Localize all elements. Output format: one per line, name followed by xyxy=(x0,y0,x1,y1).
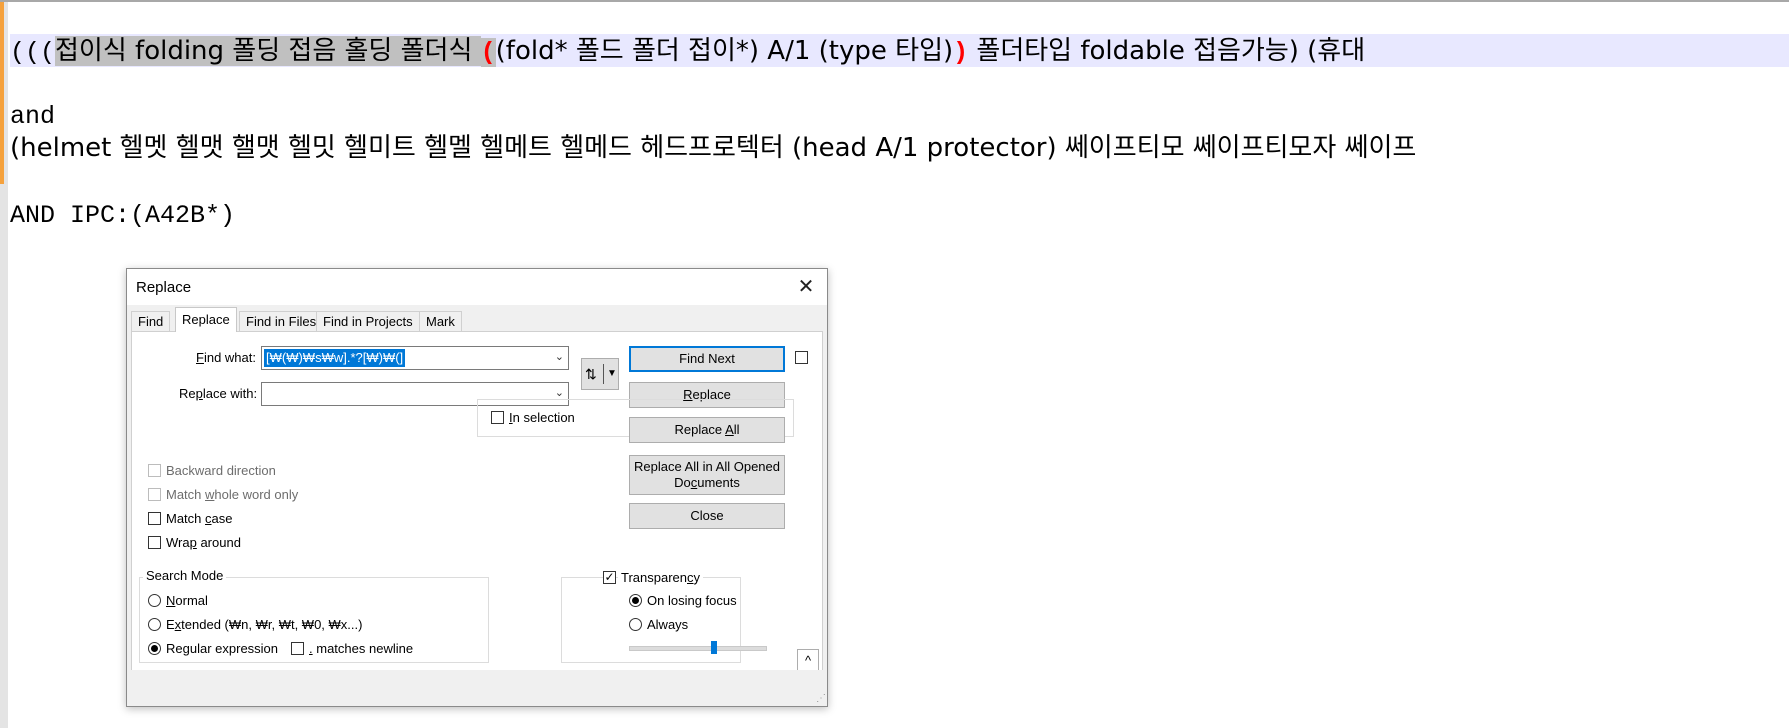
editor-top-border xyxy=(0,0,1789,2)
search-mode-title: Search Mode xyxy=(143,568,227,583)
transparency-on-losing-focus-label: On losing focus xyxy=(647,593,737,608)
tab-find-in-projects[interactable]: Find in Projects xyxy=(316,311,420,331)
search-mode-normal-label: Normal xyxy=(166,593,208,608)
line1-rest: 폴더타입 foldable 접음가능) (휴대 xyxy=(968,36,1366,66)
swap-arrows-icon: ⇅ xyxy=(585,366,597,382)
transparency-label: Transparency xyxy=(618,570,703,585)
code-line-4[interactable]: AND IPC:(A42B*) xyxy=(10,201,235,231)
wrap-around-label: Wrap around xyxy=(166,535,241,550)
search-mode-regex-radio[interactable] xyxy=(148,642,161,655)
search-mode-extended-radio[interactable] xyxy=(148,618,161,631)
tab-mark[interactable]: Mark xyxy=(419,311,462,331)
line3-text: (helmet 헬멧 헬맷 핼맷 헬밋 헬미트 헬멜 헬메트 헬메드 헤드프로텍… xyxy=(10,133,1417,163)
transparency-on-losing-focus-radio[interactable] xyxy=(629,594,642,607)
swap-separator xyxy=(603,364,604,384)
line1-open-brace: ( xyxy=(480,38,496,67)
transparency-checkbox[interactable]: ✓ xyxy=(603,571,616,584)
find-what-value: [₩(₩)₩s₩w].*?[₩)₩(] xyxy=(262,348,407,368)
find-what-combobox[interactable]: [₩(₩)₩s₩w].*?[₩)₩(] ⌄ xyxy=(261,346,569,370)
chevron-down-icon[interactable]: ⌄ xyxy=(555,350,564,363)
code-line-1[interactable]: (((접이식 folding 폴딩 접음 홀딩 폴더식 ((fold* 폴드 폴… xyxy=(10,36,1366,67)
replace-with-label: Replace with: xyxy=(179,386,258,401)
dot-matches-newline-label: . matches newline xyxy=(309,641,414,656)
match-whole-word-label: Match whole word only xyxy=(166,487,299,502)
resize-grip-icon[interactable]: ⋰ xyxy=(816,693,826,704)
line1-prefix: ((( xyxy=(10,38,56,67)
code-line-2[interactable]: and xyxy=(10,102,55,132)
dialog-titlebar[interactable]: Replace ✕ xyxy=(127,269,827,305)
backward-direction-checkbox[interactable] xyxy=(148,464,161,477)
close-button[interactable]: Close xyxy=(629,503,785,529)
dot-matches-newline-checkbox[interactable] xyxy=(291,642,304,655)
transparency-slider-thumb[interactable] xyxy=(711,641,717,654)
match-case-label: Match case xyxy=(166,511,233,526)
chevron-down-icon[interactable]: ⌄ xyxy=(555,386,564,399)
collapse-button[interactable]: ^ xyxy=(797,649,819,671)
transparency-slider[interactable] xyxy=(629,641,767,654)
search-mode-extended-label: Extended (₩n, ₩r, ₩t, ₩0, ₩x...) xyxy=(166,617,363,632)
dialog-title: Replace xyxy=(136,279,192,296)
find-next-option-checkbox[interactable] xyxy=(795,351,808,364)
tab-find-in-files[interactable]: Find in Files xyxy=(239,311,324,331)
close-icon[interactable]: ✕ xyxy=(791,273,821,301)
code-line-3[interactable]: (helmet 헬멧 헬맷 핼맷 헬밋 헬미트 헬멜 헬메트 헬메드 헤드프로텍… xyxy=(10,133,1416,163)
radio-selected-dot xyxy=(632,597,639,604)
wrap-around-checkbox[interactable] xyxy=(148,536,161,549)
transparency-always-radio[interactable] xyxy=(629,618,642,631)
dropdown-triangle-icon[interactable]: ▼ xyxy=(607,359,617,389)
search-mode-regex-label: Regular expression xyxy=(166,641,279,656)
backward-direction-label: Backward direction xyxy=(166,463,276,478)
tab-find[interactable]: Find xyxy=(131,311,171,331)
find-next-button[interactable]: Find Next xyxy=(629,346,785,372)
radio-selected-dot xyxy=(151,645,158,652)
change-history-bar xyxy=(0,2,4,184)
line1-close-brace: ) xyxy=(953,38,969,67)
tab-replace[interactable]: Replace xyxy=(175,307,237,332)
replace-dialog: Replace ✕ Find Replace Find in Files Fin… xyxy=(126,268,828,707)
replace-all-in-opened-documents-button[interactable]: Replace All in All Opened Documents xyxy=(629,455,785,495)
dialog-statusbar: ⋰ xyxy=(127,670,827,706)
match-case-checkbox[interactable] xyxy=(148,512,161,525)
find-what-label: Find what: xyxy=(196,350,256,365)
line1-selection: 접이식 folding 폴딩 접음 홀딩 폴더식 xyxy=(55,36,481,66)
in-selection-label: In selection xyxy=(509,410,575,425)
replace-with-value xyxy=(264,385,268,403)
search-mode-normal-radio[interactable] xyxy=(148,594,161,607)
match-whole-word-checkbox[interactable] xyxy=(148,488,161,501)
replace-all-button[interactable]: Replace All xyxy=(629,417,785,443)
in-selection-checkbox[interactable] xyxy=(491,411,504,424)
transparency-always-label: Always xyxy=(647,617,689,632)
swap-find-replace-button[interactable]: ⇅ ▼ xyxy=(581,358,619,390)
line1-middle: (fold* 폴드 폴더 접이*) A/1 (type 타입) xyxy=(495,36,954,66)
